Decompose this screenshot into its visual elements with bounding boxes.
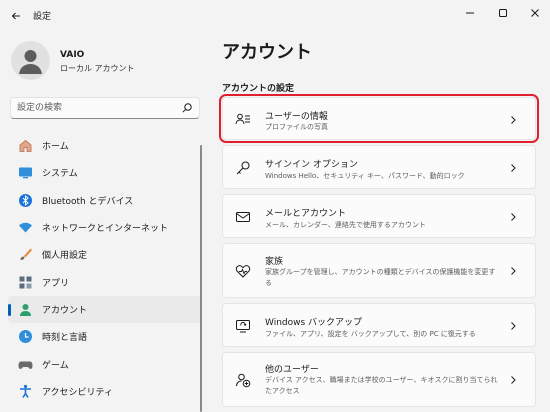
sidebar-item-label: ネットワークとインターネット [42, 224, 169, 235]
maximize-button[interactable] [491, 3, 515, 23]
sidebar-item-personalization[interactable]: 個人用設定 [8, 241, 202, 268]
sidebar-item-label: アプリ [42, 278, 70, 289]
time-language-icon [17, 329, 33, 345]
card-description: Windows Hello、セキュリティ キー、パスワード、動的ロック [265, 172, 465, 180]
person-icon [19, 50, 42, 74]
sidebar-item-system[interactable]: システム [8, 159, 202, 186]
sidebar-item-home[interactable]: ホーム [8, 132, 202, 159]
minimize-button[interactable] [458, 3, 482, 23]
add-user-icon [233, 370, 253, 390]
key-icon [233, 158, 253, 178]
minimize-icon [466, 12, 474, 14]
account-type: ローカル アカウント [60, 64, 135, 73]
family-heart-icon [233, 261, 253, 281]
bluetooth-icon [17, 192, 33, 208]
back-arrow-icon [11, 12, 20, 20]
sidebar-item-gaming[interactable]: ゲーム [8, 350, 202, 377]
search-input[interactable] [17, 101, 177, 115]
sidebar-item-label: 時刻と言語 [42, 333, 88, 344]
avatar[interactable] [11, 41, 50, 80]
card-email-accounts[interactable]: メールとアカウント メール、カレンダー、連絡先で使用するアカウント [222, 194, 536, 238]
card-family[interactable]: 家族 家族グループを管理し、アカウントの種類とデバイスの保護機能を変更する [222, 243, 536, 298]
chevron-right-icon [511, 322, 516, 330]
card-title: サインイン オプション [265, 160, 358, 170]
sidebar-item-label: アカウント [42, 305, 88, 316]
page-title: アカウント [222, 42, 312, 63]
search-box[interactable] [10, 97, 200, 119]
user-info-icon [233, 109, 253, 129]
sidebar-item-label: 個人用設定 [42, 251, 88, 262]
chevron-right-icon [511, 213, 516, 221]
settings-card-list: ユーザーの情報 プロファイルの写真 サインイン オプション Windows He… [219, 94, 539, 412]
card-description: プロファイルの写真 [265, 123, 328, 131]
section-title: アカウントの設定 [222, 84, 295, 94]
chevron-right-icon [511, 116, 516, 124]
system-icon [17, 165, 33, 181]
card-user-info[interactable]: ユーザーの情報 プロファイルの写真 [219, 94, 539, 143]
card-title: 家族 [265, 257, 284, 267]
app-title: 設定 [33, 12, 52, 22]
close-button[interactable] [523, 3, 547, 23]
sidebar-scrollbar[interactable] [200, 145, 202, 412]
apps-icon [17, 274, 33, 290]
title-bar: 設定 [0, 0, 550, 32]
card-other-users[interactable]: 他のユーザー デバイス アクセス、職場または学校のユーザー、キオスクに割り当てら… [222, 352, 536, 407]
sidebar-item-label: システム [42, 169, 78, 180]
gaming-icon [17, 356, 33, 372]
card-title: Windows バックアップ [265, 318, 363, 328]
card-description: 家族グループを管理し、アカウントの種類とデバイスの保護機能を変更する [265, 268, 496, 287]
mail-icon [233, 207, 253, 227]
sidebar-item-label: アクセシビリティ [42, 387, 114, 398]
maximize-icon [499, 9, 507, 17]
sidebar-item-label: Bluetooth とデバイス [42, 196, 134, 207]
sidebar-item-bluetooth[interactable]: Bluetooth とデバイス [8, 187, 202, 214]
accounts-icon [17, 301, 33, 317]
sidebar-item-label: ホーム [42, 142, 69, 153]
close-icon [531, 9, 539, 17]
sidebar-item-network[interactable]: ネットワークとインターネット [8, 214, 202, 241]
card-sign-in-options[interactable]: サインイン オプション Windows Hello、セキュリティ キー、パスワー… [222, 145, 536, 189]
sidebar-nav: ホーム システム Bluetooth とデバイス ネットワークとインターネット … [8, 132, 202, 405]
card-description: デバイス アクセス、職場または学校のユーザー、キオスクに割り当てられたアクセス [265, 376, 498, 395]
card-title: 他のユーザー [265, 365, 319, 375]
sidebar-item-apps[interactable]: アプリ [8, 268, 202, 295]
sidebar-item-time-language[interactable]: 時刻と言語 [8, 323, 202, 350]
active-indicator [8, 303, 11, 316]
user-name: VAIO [60, 50, 85, 60]
back-button[interactable] [6, 6, 26, 26]
network-icon [17, 220, 33, 236]
chevron-right-icon [511, 376, 516, 384]
card-title: ユーザーの情報 [265, 112, 328, 122]
card-windows-backup[interactable]: Windows バックアップ ファイル、アプリ、設定を バックアップして、別の … [222, 303, 536, 347]
sidebar-item-label: ゲーム [42, 360, 69, 371]
accessibility-icon [17, 383, 33, 399]
chevron-right-icon [511, 164, 516, 172]
sidebar-item-accessibility[interactable]: アクセシビリティ [8, 378, 202, 405]
sidebar-item-accounts[interactable]: アカウント [8, 295, 202, 324]
backup-icon [233, 316, 253, 336]
card-description: ファイル、アプリ、設定を バックアップして、別の PC に復元する [265, 330, 476, 338]
search-icon[interactable] [181, 102, 193, 114]
chevron-right-icon [511, 267, 516, 275]
card-description: メール、カレンダー、連絡先で使用するアカウント [265, 221, 426, 229]
card-title: メールとアカウント [265, 209, 347, 219]
brush-icon [17, 247, 33, 263]
home-icon [17, 138, 33, 154]
